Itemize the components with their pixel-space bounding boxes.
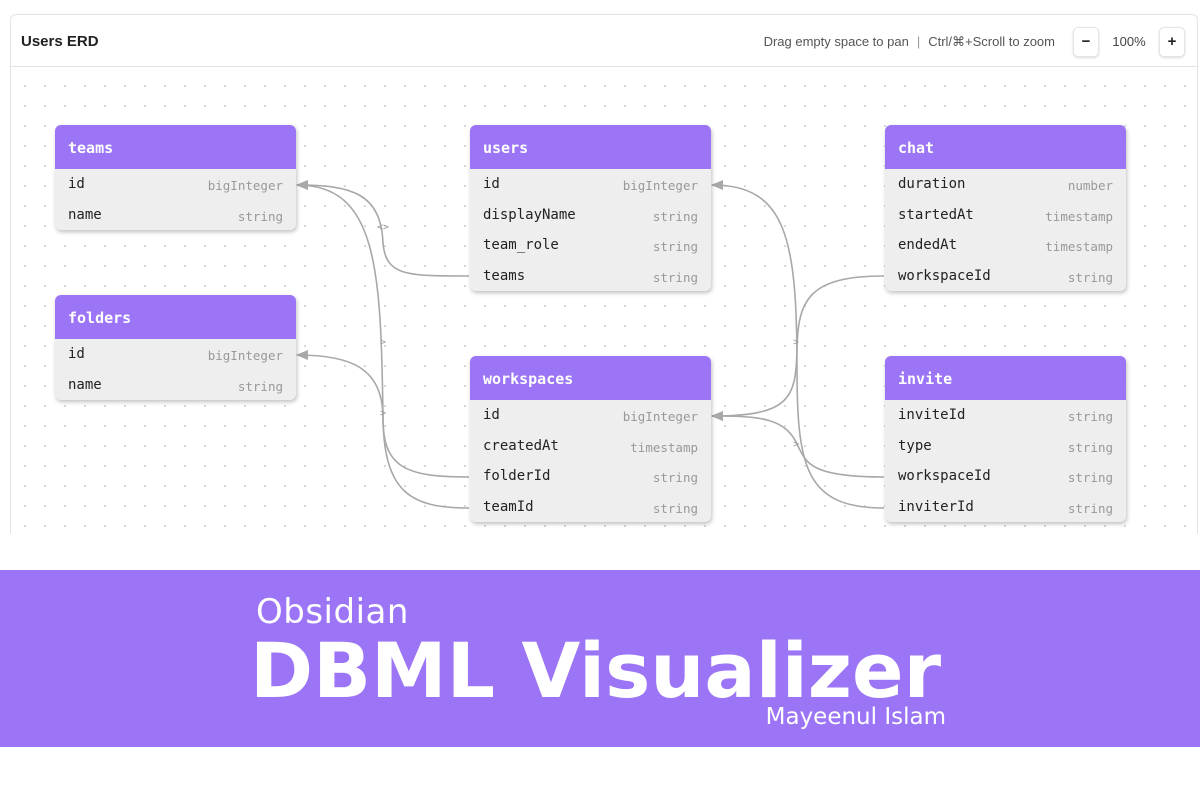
table-row: name string: [55, 200, 296, 231]
table-header-teams[interactable]: teams: [55, 125, 296, 169]
table-header-folders[interactable]: folders: [55, 295, 296, 339]
table-users[interactable]: users id bigInteger displayName string tea…: [470, 125, 711, 292]
column-type: bigInteger: [207, 178, 283, 193]
column-name: type: [898, 437, 932, 454]
table-row: id bigInteger: [470, 169, 711, 200]
table-row: workspaceId string: [885, 261, 1126, 292]
table-row: endedAt timestamp: [885, 230, 1126, 261]
column-type: string: [237, 208, 283, 224]
table-teams[interactable]: teams id bigInteger name string: [55, 125, 296, 231]
table-row: duration number: [885, 169, 1126, 200]
table-row: id bigInteger: [55, 339, 296, 370]
table-row: startedAt timestamp: [885, 200, 1126, 231]
table-folders[interactable]: folders id bigInteger name string: [55, 295, 296, 401]
column-name: inviterId: [898, 498, 974, 515]
zoom-out-button[interactable]: −: [1073, 27, 1099, 57]
table-row: teamId string: [470, 492, 711, 523]
table-workspaces[interactable]: workspaces id bigInteger createdAt timesta…: [470, 356, 711, 523]
relation-marker-invite-workspaceid: >: [793, 439, 799, 450]
banner-title: DBML Visualizer: [250, 626, 942, 715]
table-row: type string: [885, 431, 1126, 462]
table-row: createdAt timestamp: [470, 431, 711, 462]
pan-hint: Drag empty space to pan: [763, 34, 909, 49]
zoom-hint: Ctrl/⌘+Scroll to zoom: [928, 34, 1055, 49]
table-row: folderId string: [470, 461, 711, 492]
column-type: string: [652, 470, 698, 486]
column-name: inviteId: [898, 407, 966, 423]
navigation-hint: Drag empty space to pan | Ctrl/⌘+Scroll to…: [764, 34, 1055, 50]
column-type: string: [652, 269, 698, 285]
erd-header: Users ERD Drag empty space to pan | Ctrl/⌘…: [11, 15, 1197, 67]
column-name: teamId: [483, 498, 534, 515]
table-row: name string: [55, 370, 296, 401]
relation-marker-users-teams: <>: [377, 222, 389, 233]
table-row: teams string: [470, 261, 711, 292]
table-row: inviterId string: [885, 492, 1126, 523]
column-name: workspaceId: [898, 267, 991, 284]
relation-marker-workspaces-teamid: >: [380, 337, 386, 348]
table-header-chat[interactable]: chat: [885, 125, 1126, 169]
column-name: startedAt: [898, 206, 974, 223]
column-type: number: [1067, 178, 1113, 193]
column-type: string: [237, 378, 283, 394]
relation-marker-workspaces-folderid: >: [380, 408, 386, 419]
column-type: string: [652, 208, 698, 224]
column-type: bigInteger: [622, 178, 698, 193]
table-row: team_role string: [470, 230, 711, 261]
column-name: folderId: [483, 468, 551, 485]
table-header-users[interactable]: users: [470, 125, 711, 169]
diagram-title: Users ERD: [21, 33, 99, 50]
column-name: name: [68, 206, 102, 223]
zoom-level: 100%: [1112, 34, 1146, 49]
column-type: string: [652, 239, 698, 255]
table-chat[interactable]: chat duration number startedAt timestamp e…: [885, 125, 1126, 292]
relation-marker-chat-workspaceid: >: [793, 337, 799, 348]
column-name: id: [68, 346, 85, 362]
column-name: team_role: [483, 237, 559, 254]
table-header-invite[interactable]: invite: [885, 356, 1126, 400]
table-row: displayName string: [470, 200, 711, 231]
column-name: endedAt: [898, 237, 958, 254]
table-header-workspaces[interactable]: workspaces: [470, 356, 711, 400]
table-invite[interactable]: invite inviteId string type string workspa…: [885, 356, 1126, 523]
column-name: workspaceId: [898, 468, 991, 485]
diagram-canvas[interactable]: <> > > > > teams id bigInteger name string…: [11, 68, 1197, 534]
column-type: string: [1067, 439, 1113, 455]
column-type: string: [1067, 269, 1113, 285]
table-row: inviteId string: [885, 400, 1126, 431]
column-name: id: [483, 176, 500, 192]
column-name: id: [68, 176, 85, 192]
promo-banner: Obsidian DBML Visualizer Mayeenul Islam: [0, 570, 1200, 747]
column-name: duration: [898, 176, 966, 192]
column-type: string: [652, 500, 698, 516]
column-type: string: [1067, 500, 1113, 516]
column-name: id: [483, 407, 500, 423]
column-type: string: [1067, 409, 1113, 424]
column-type: timestamp: [630, 439, 698, 455]
column-name: teams: [483, 267, 526, 284]
table-row: workspaceId string: [885, 461, 1126, 492]
zoom-in-button[interactable]: +: [1159, 27, 1185, 57]
column-type: timestamp: [1045, 208, 1113, 224]
hint-separator: |: [916, 34, 921, 49]
column-type: bigInteger: [622, 409, 698, 424]
column-name: displayName: [483, 206, 576, 223]
column-type: timestamp: [1045, 239, 1113, 255]
column-name: createdAt: [483, 437, 559, 454]
column-type: string: [1067, 470, 1113, 486]
banner-author: Mayeenul Islam: [765, 704, 946, 730]
erd-panel: Users ERD Drag empty space to pan | Ctrl/⌘…: [10, 14, 1198, 534]
table-row: id bigInteger: [470, 400, 711, 431]
column-name: name: [68, 376, 102, 393]
column-type: bigInteger: [207, 348, 283, 363]
table-row: id bigInteger: [55, 169, 296, 200]
